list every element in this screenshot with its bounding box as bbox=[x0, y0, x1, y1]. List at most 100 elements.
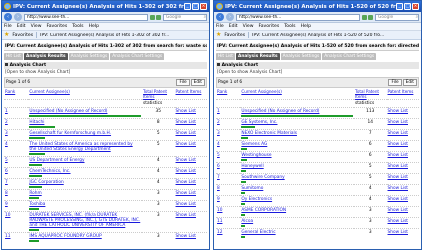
rank-link[interactable]: 9 bbox=[4, 200, 29, 212]
column-header-total[interactable]: Total Patent Items bbox=[354, 89, 386, 100]
assignee-link[interactable]: Westinghouse bbox=[241, 153, 271, 158]
assignee-link[interactable]: Unspecified (No Assignee of Record) bbox=[29, 109, 107, 114]
rank-link[interactable]: 8 bbox=[4, 189, 29, 201]
rank-link[interactable]: 5 bbox=[4, 156, 29, 168]
stop-icon[interactable] bbox=[368, 14, 373, 20]
assignee-link[interactable]: Honeywell bbox=[241, 164, 263, 169]
rank-link[interactable]: 6 bbox=[216, 162, 241, 174]
show-list-link[interactable]: Show List bbox=[388, 208, 408, 213]
assignee-link[interactable]: US Department of Energy bbox=[29, 158, 84, 163]
favorites-star-icon[interactable]: ★ bbox=[4, 32, 9, 38]
search-icon[interactable]: ⌕ bbox=[204, 15, 206, 20]
assignee-link[interactable]: IMS AQUAPROC FOUNDRY GROUP bbox=[29, 234, 101, 239]
rank-link[interactable]: 12 bbox=[216, 228, 241, 239]
menu-file[interactable]: File bbox=[4, 24, 12, 29]
tab-analysis-results[interactable]: Analysis Results bbox=[236, 53, 280, 60]
tab-hit-list[interactable]: Hit List bbox=[4, 53, 23, 60]
rank-link[interactable]: 3 bbox=[4, 129, 29, 141]
show-list-link[interactable]: Show List bbox=[176, 213, 196, 218]
menu-edit[interactable]: Edit bbox=[229, 24, 238, 29]
show-list-link[interactable]: Show List bbox=[176, 191, 196, 196]
show-list-link[interactable]: Show List bbox=[388, 197, 408, 202]
search-box[interactable]: Google ⌕ bbox=[163, 13, 207, 21]
tab-analysis-settings[interactable]: Analysis Settings bbox=[68, 53, 110, 60]
minimize-button[interactable]: _ bbox=[184, 3, 191, 10]
rank-link[interactable]: 7 bbox=[216, 173, 241, 185]
assignee-link[interactable]: General Electric bbox=[241, 230, 275, 235]
assignee-link[interactable]: Sumitomo bbox=[241, 186, 263, 191]
rank-link[interactable]: 11 bbox=[4, 232, 29, 243]
menu-help[interactable]: Help bbox=[301, 24, 311, 29]
show-list-link[interactable]: Show List bbox=[176, 180, 196, 185]
show-list-link[interactable]: Show List bbox=[388, 230, 408, 235]
rank-link[interactable]: 2 bbox=[216, 118, 241, 130]
maximize-button[interactable]: □ bbox=[192, 3, 199, 10]
minimize-button[interactable]: _ bbox=[396, 3, 403, 10]
search-box[interactable]: Google ⌕ bbox=[375, 13, 419, 21]
rank-link[interactable]: 11 bbox=[216, 217, 241, 229]
tab-hit-list[interactable]: Hit List bbox=[216, 53, 235, 60]
stop-icon[interactable] bbox=[156, 14, 161, 20]
rank-link[interactable]: 6 bbox=[4, 167, 29, 179]
rank-link[interactable]: 1 bbox=[4, 107, 29, 119]
column-header-assignee[interactable]: Current Assignee(s) bbox=[240, 89, 354, 100]
assignee-link[interactable]: NEXO Electronic Materials bbox=[241, 131, 297, 136]
show-list-link[interactable]: Show List bbox=[388, 131, 408, 136]
show-list-link[interactable]: Show List bbox=[388, 164, 408, 169]
show-list-link[interactable]: Show List bbox=[176, 142, 196, 147]
assignee-link[interactable]: Siemens AG bbox=[241, 142, 267, 147]
show-list-link[interactable]: Show List bbox=[388, 142, 408, 147]
refresh-icon[interactable] bbox=[362, 14, 367, 20]
menu-help[interactable]: Help bbox=[89, 24, 99, 29]
page-tab[interactable]: IPV: Current Assignee(s) Analysis of Hit… bbox=[40, 33, 169, 38]
favorites-button[interactable]: Favorites bbox=[12, 33, 33, 38]
tab-analysis-chart-settings[interactable]: Analysis Chart Settings bbox=[322, 53, 377, 60]
pager-button[interactable]: Edit bbox=[402, 79, 417, 86]
pager-button[interactable]: File bbox=[388, 79, 402, 86]
menu-favorites[interactable]: Favorites bbox=[47, 24, 68, 29]
pager-button[interactable]: Edit bbox=[190, 79, 205, 86]
assignee-link[interactable]: JGC Corporation bbox=[29, 180, 63, 185]
assignee-link[interactable]: Unspecified (No Assignee of Record) bbox=[241, 109, 319, 114]
assignee-link[interactable]: Gesellschaft fur Kernforschung m.b.H. bbox=[29, 131, 111, 136]
tab-analysis-chart-settings[interactable]: Analysis Chart Settings bbox=[110, 53, 165, 60]
rank-link[interactable]: 4 bbox=[4, 140, 29, 157]
rank-link[interactable]: 4 bbox=[216, 140, 241, 152]
assignee-link[interactable]: ChemTechnics, Inc. bbox=[29, 169, 70, 174]
assignee-link[interactable]: The United States of America as represen… bbox=[29, 142, 132, 152]
rank-link[interactable]: 9 bbox=[216, 195, 241, 207]
assignee-link[interactable]: Hitachi bbox=[29, 120, 44, 125]
assignee-link[interactable]: Toshiba bbox=[29, 202, 45, 207]
tab-analysis-results[interactable]: Analysis Results bbox=[24, 53, 68, 60]
show-list-link[interactable]: Show List bbox=[388, 109, 408, 114]
address-bar[interactable]: http://www.see-th... bbox=[236, 13, 360, 21]
refresh-icon[interactable] bbox=[150, 14, 155, 20]
column-header-items[interactable]: Patent Items bbox=[175, 89, 207, 100]
maximize-button[interactable]: □ bbox=[404, 3, 411, 10]
address-bar[interactable]: http://www.see-th... bbox=[24, 13, 148, 21]
search-icon[interactable]: ⌕ bbox=[416, 15, 418, 20]
show-list-link[interactable]: Show List bbox=[176, 158, 196, 163]
pager-button[interactable]: File bbox=[176, 79, 190, 86]
column-header-assignee[interactable]: Current Assignee(s) bbox=[28, 89, 142, 100]
show-list-link[interactable]: Show List bbox=[388, 153, 408, 158]
menu-view[interactable]: View bbox=[31, 24, 42, 29]
assignee-link[interactable]: GE Systems, Inc. bbox=[241, 120, 277, 125]
show-list-link[interactable]: Show List bbox=[388, 219, 408, 224]
tab-analysis-settings[interactable]: Analysis Settings bbox=[280, 53, 322, 60]
show-list-link[interactable]: Show List bbox=[176, 202, 196, 207]
column-header-items[interactable]: Patent Items bbox=[387, 89, 419, 100]
open-chart-link[interactable]: [Open to show Analysis Chart] bbox=[4, 69, 207, 76]
rank-link[interactable]: 5 bbox=[216, 151, 241, 163]
show-list-link[interactable]: Show List bbox=[176, 109, 196, 114]
rank-link[interactable]: 10 bbox=[4, 211, 29, 233]
menu-edit[interactable]: Edit bbox=[17, 24, 26, 29]
menu-tools[interactable]: Tools bbox=[284, 24, 295, 29]
rank-link[interactable]: 10 bbox=[216, 206, 241, 218]
column-header-rank[interactable]: Rank bbox=[4, 89, 28, 100]
open-chart-link[interactable]: [Open to show Analysis Chart] bbox=[216, 69, 419, 76]
rank-link[interactable]: 3 bbox=[216, 129, 241, 141]
back-button[interactable]: ‹ bbox=[4, 13, 12, 21]
menu-file[interactable]: File bbox=[216, 24, 224, 29]
column-header-total[interactable]: Total Patent Items bbox=[142, 89, 174, 100]
